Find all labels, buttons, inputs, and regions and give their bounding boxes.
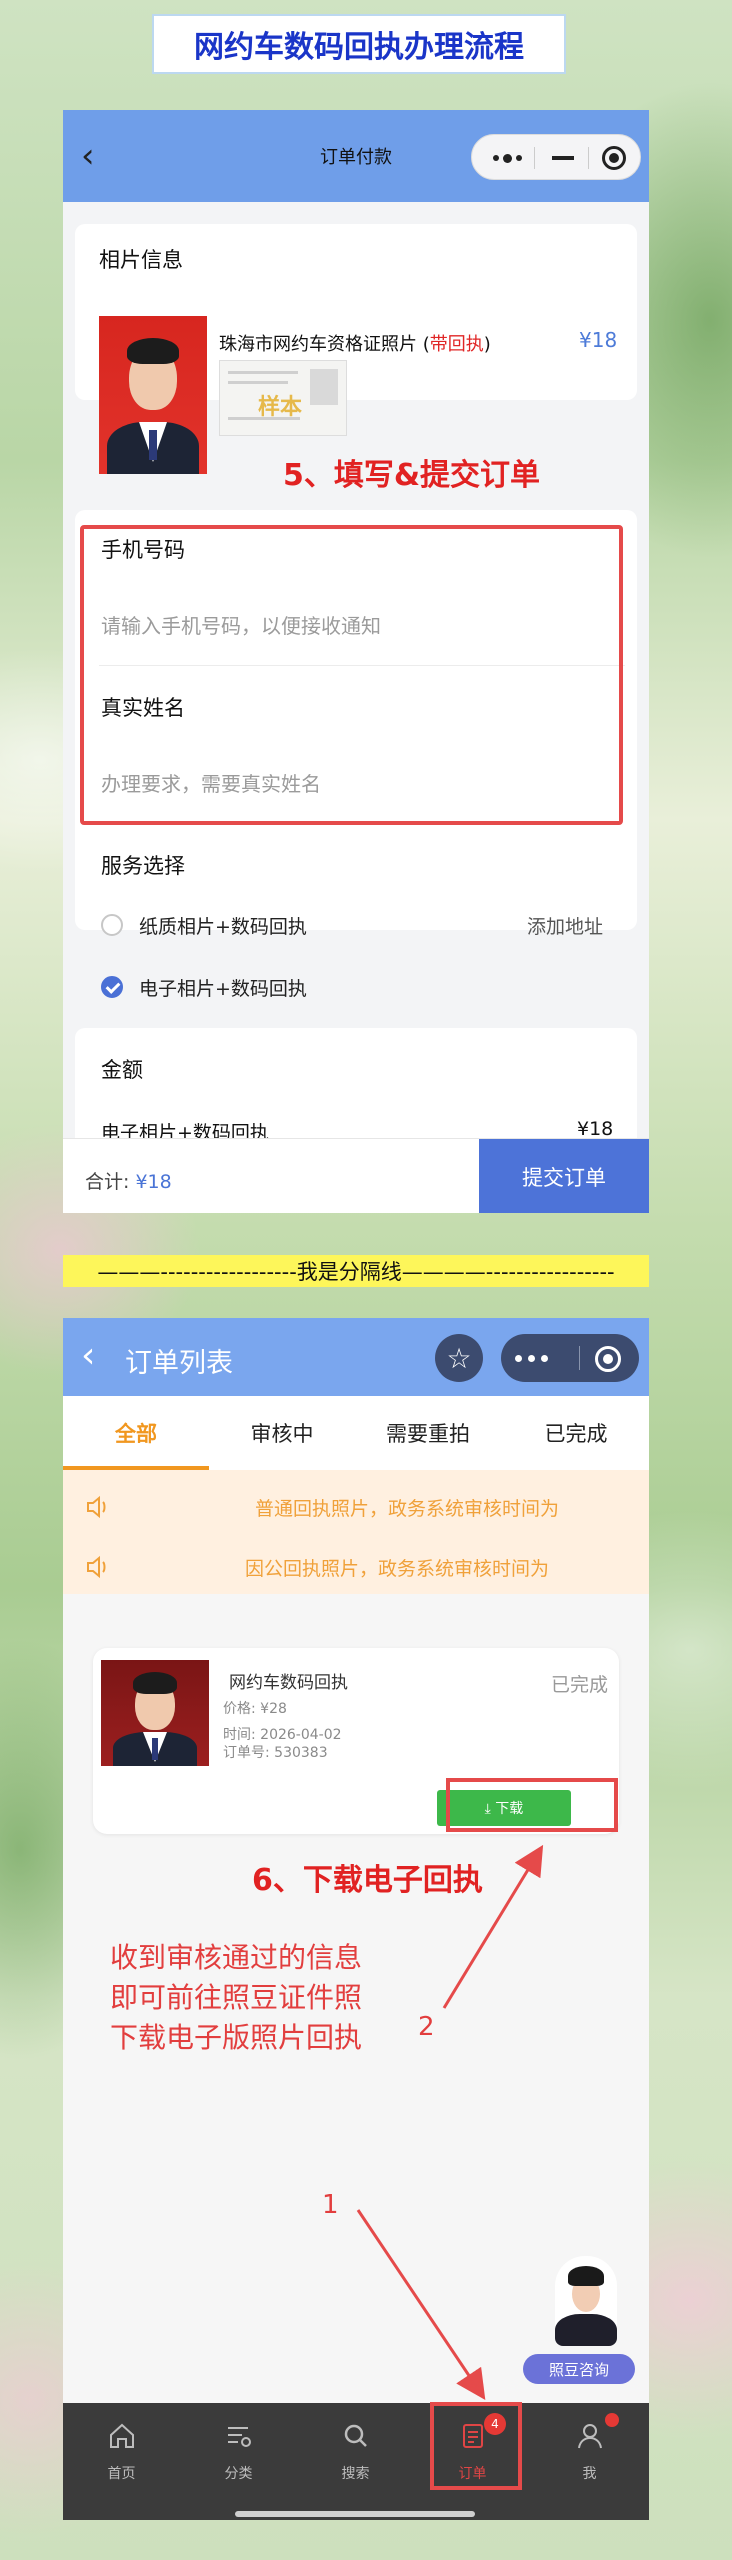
arrow-to-order-tab [356, 2209, 486, 2400]
order-tab-highlight-box [430, 2402, 522, 2490]
arrow-to-download [442, 1844, 544, 2009]
annotation-arrows [356, 1844, 544, 2400]
